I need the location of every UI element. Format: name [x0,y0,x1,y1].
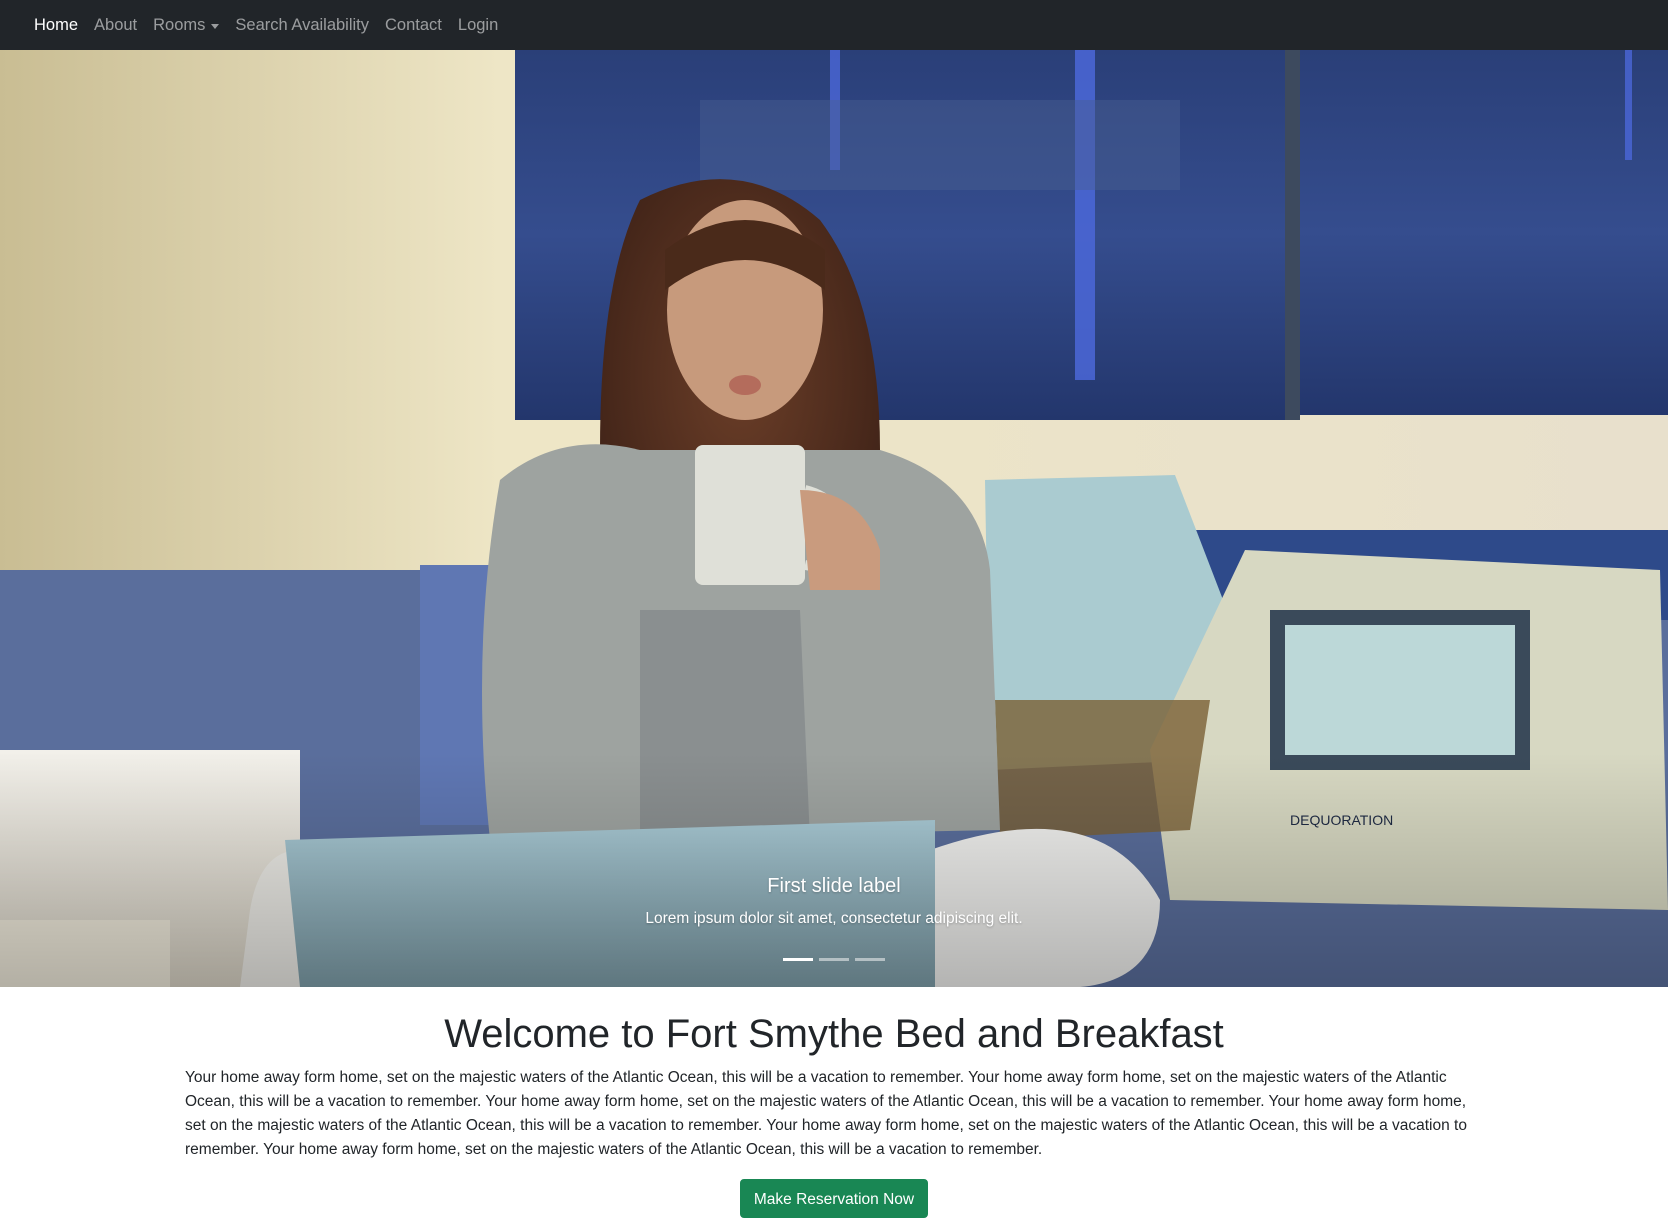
carousel-indicator-2[interactable] [819,958,849,961]
nav-about-label: About [94,16,138,34]
nav-contact-link[interactable]: Contact [377,3,450,47]
intro-paragraph: Your home away form home, set on the maj… [185,1069,1467,1158]
nav-contact-label: Contact [385,16,442,34]
nav-search-availability-label: Search Availability [235,16,370,34]
page-title: Welcome to Fort Smythe Bed and Breakfast [444,1012,1224,1056]
slide-caption-text: Lorem ipsum dolor sit amet, consectetur … [645,910,1023,927]
nav-rooms-label: Rooms [153,16,206,34]
nav-login-label: Login [457,16,499,34]
carousel-indicators [0,958,1668,961]
nav-about-link[interactable]: About [86,3,145,47]
carousel-indicator-1[interactable] [783,958,813,961]
nav-home-label: Home [34,16,79,34]
nav-home-link[interactable]: Home [26,3,86,47]
hero-slide-image: DEQUORATION [0,50,1668,987]
hero-carousel[interactable]: DEQUORATION First slide label Lorem ipsu… [0,50,1668,987]
nav-search-availability-link[interactable]: Search Availability [227,3,377,47]
caret-down-icon [211,23,220,29]
make-reservation-button[interactable]: Make Reservation Now [739,1179,929,1218]
slide-caption-title: First slide label [767,875,901,897]
cta-container: Make Reservation Now [185,1179,1483,1218]
carousel-indicator-3[interactable] [855,958,885,961]
nav-login-link[interactable]: Login [450,3,506,47]
main-content: Welcome to Fort Smythe Bed and Breakfast… [185,1010,1483,1218]
nav-rooms-dropdown[interactable]: Rooms [145,3,227,47]
top-navbar: Home About Rooms Search Availability Con… [0,0,1668,50]
